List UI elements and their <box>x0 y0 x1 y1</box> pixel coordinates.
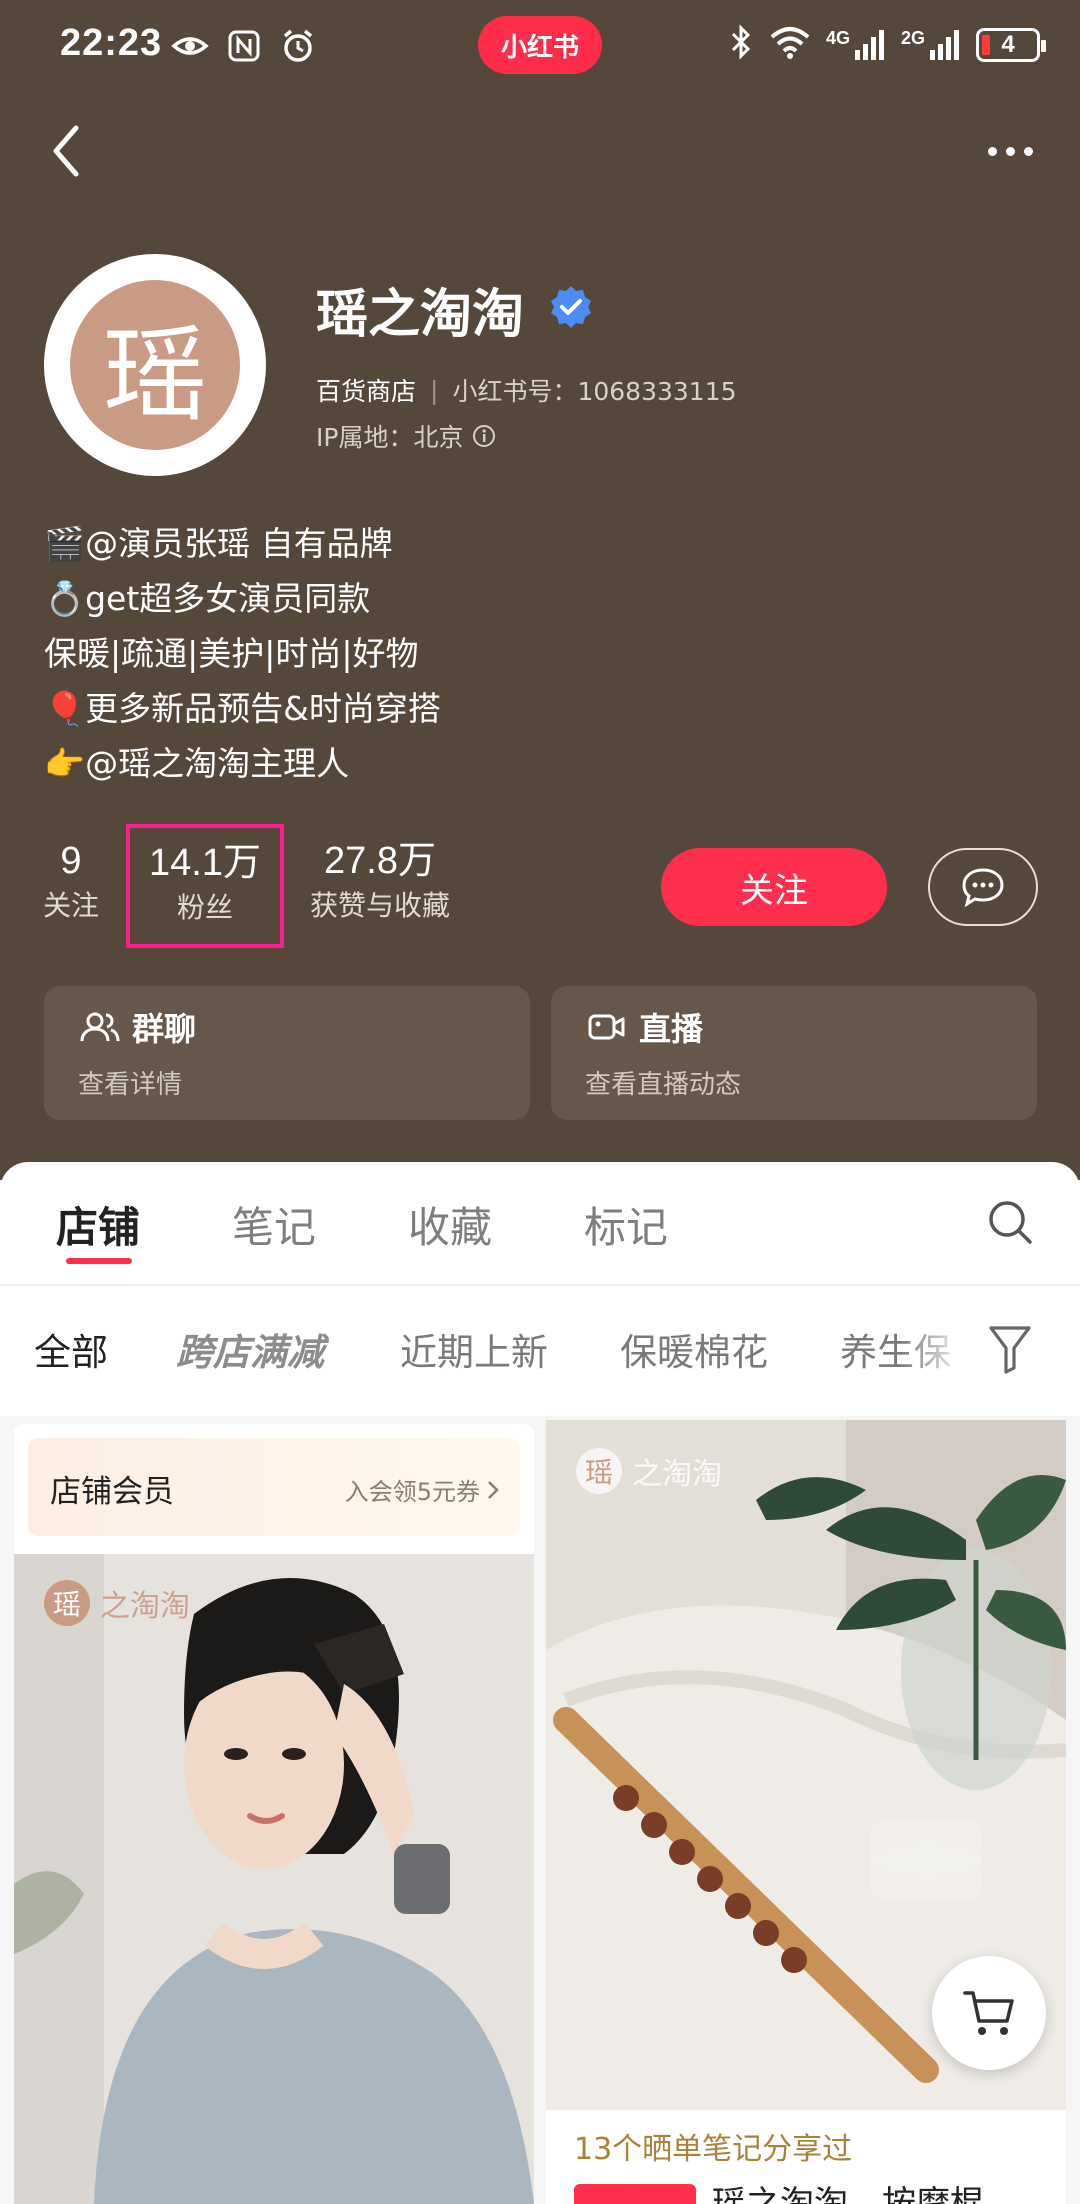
live-title: 直播 <box>587 1004 703 1050</box>
more-dot-icon <box>1005 146 1015 156</box>
group-chat-title: 群聊 <box>80 1004 196 1050</box>
ip-location: IP属地：北京 <box>316 418 497 454</box>
live-camera-icon <box>588 1014 625 1040</box>
filter-fade <box>900 1306 970 1396</box>
battery-icon: 4 <box>976 27 1046 62</box>
avatar[interactable]: 瑶 <box>44 254 266 476</box>
eye-icon <box>170 26 210 66</box>
network-4g-label: 4G <box>825 27 850 48</box>
message-button[interactable] <box>928 848 1038 926</box>
stat-following-value: 9 <box>60 840 82 882</box>
filter-all[interactable]: 全部 <box>34 1322 108 1376</box>
network-2g-label: 2G <box>900 27 925 48</box>
bluetooth-icon <box>728 24 754 65</box>
group-users-icon <box>80 1012 120 1042</box>
search-button[interactable] <box>984 1196 1036 1248</box>
bio-line: 保暖|疏通|美护|时尚|好物 <box>44 634 419 673</box>
back-button[interactable] <box>42 118 92 184</box>
stat-likes-value: 27.8万 <box>324 840 436 882</box>
more-dot-icon <box>987 146 997 156</box>
profile-meta: 百货商店 | 小红书号：1068333115 <box>316 372 737 408</box>
more-button[interactable] <box>980 136 1040 166</box>
profile-bio: 🎬@演员张瑶 自有品牌 💍get超多女演员同款 保暖|疏通|美护|时尚|好物 🎈… <box>44 516 441 791</box>
member-title: 店铺会员 <box>50 1474 174 1510</box>
stat-following-label: 关注 <box>42 889 99 922</box>
status-icons-right: 4G 2G 4 <box>728 24 1046 65</box>
member-banner: 店铺会员 入会领5元券 <box>28 1438 520 1536</box>
alarm-icon <box>278 26 318 66</box>
shop-category: 百货商店 <box>316 377 417 406</box>
status-bar: 22:23 小红书 4G 2G 4 <box>0 0 1080 92</box>
ip-location-label: IP属地：北京 <box>316 423 464 452</box>
battery-level: 4 <box>1001 30 1015 58</box>
search-icon <box>989 1201 1032 1244</box>
group-chat-subtitle: 查看详情 <box>78 1070 183 1100</box>
product-watermark: 瑶 之淘淘 <box>44 1580 190 1626</box>
content-sheet: 店铺 笔记 收藏 标记 全部 跨店满减 近期上新 保暖棉花 养生保 店铺会员 入… <box>0 1162 1080 2204</box>
profile-id: 小红书号：1068333115 <box>452 377 737 406</box>
chevron-right-icon <box>488 1480 499 1499</box>
product-note-count: 13个晒单笔记分享过 <box>574 2132 853 2167</box>
product-image-woman[interactable]: 瑶 之淘淘 <box>14 1554 534 2204</box>
funnel-icon <box>989 1326 1031 1374</box>
stat-following[interactable]: 9 关注 <box>40 836 102 926</box>
stat-fans-label: 粉丝 <box>176 891 233 924</box>
stat-likes[interactable]: 27.8万 获赞与收藏 <box>304 836 456 926</box>
status-icons-left <box>170 26 318 66</box>
watermark-badge: 瑶 <box>44 1580 90 1626</box>
live-subtitle: 查看直播动态 <box>585 1070 742 1100</box>
avatar-logo: 瑶 <box>70 280 240 450</box>
tab-bar: 店铺 笔记 收藏 标记 <box>0 1162 1080 1286</box>
meta-divider: | <box>430 375 439 405</box>
woman-photo-image <box>14 1554 534 2204</box>
bio-line: 🎈更多新品预告&时尚穿搭 <box>44 689 441 728</box>
tab-shop[interactable]: 店铺 <box>56 1194 140 1255</box>
wifi-icon <box>768 24 812 65</box>
bio-line: 🎬@演员张瑶 自有品牌 <box>44 524 393 563</box>
stat-likes-label: 获赞与收藏 <box>309 889 450 922</box>
filter-new-arrivals[interactable]: 近期上新 <box>400 1322 548 1376</box>
group-chat-card[interactable]: 群聊 查看详情 <box>44 986 530 1120</box>
bio-line: 💍get超多女演员同款 <box>44 579 371 618</box>
info-icon[interactable] <box>471 423 497 449</box>
status-time: 22:23 <box>60 22 163 64</box>
tab-collections[interactable]: 收藏 <box>408 1194 492 1255</box>
filter-warm-cotton[interactable]: 保暖棉花 <box>620 1322 768 1376</box>
bio-line: 👉@瑶之淘淘主理人 <box>44 744 350 783</box>
product-title: 瑶之淘淘 按摩棍 <box>712 2184 984 2204</box>
tab-marks[interactable]: 标记 <box>584 1194 668 1255</box>
follow-button[interactable]: 关注 <box>661 848 887 926</box>
profile-name: 瑶之淘淘 <box>316 285 525 345</box>
chevron-left-icon <box>53 125 79 177</box>
watermark-text: 之淘淘 <box>100 1589 190 1624</box>
filter-bar: 全部 跨店满减 近期上新 保暖棉花 养生保 <box>0 1286 1080 1416</box>
signal-icon-2: 2G <box>901 28 962 62</box>
more-dot-icon <box>1023 146 1033 156</box>
chat-bubble-icon <box>962 868 1004 908</box>
group-chat-label: 群聊 <box>132 1010 197 1048</box>
watermark-badge: 瑶 <box>576 1448 622 1494</box>
watermark-text: 之淘淘 <box>632 1457 722 1492</box>
live-card[interactable]: 直播 查看直播动态 <box>551 986 1037 1120</box>
product-card-info[interactable]: 13个晒单笔记分享过 瑶之淘淘 按摩棍 <box>546 2110 1066 2204</box>
member-card[interactable]: 店铺会员 入会领5元券 <box>14 1424 534 1562</box>
member-cta[interactable]: 入会领5元券 <box>345 1472 500 1507</box>
shopping-cart-icon <box>963 1991 1014 2035</box>
product-watermark: 瑶 之淘淘 <box>576 1448 722 1494</box>
tab-notes[interactable]: 笔记 <box>232 1194 316 1255</box>
app-badge: 小红书 <box>478 16 602 74</box>
signal-icon: 4G <box>826 28 887 62</box>
verified-badge-icon <box>548 284 594 330</box>
product-promo-tag <box>574 2184 696 2204</box>
active-tab-indicator <box>66 1258 132 1264</box>
filter-button[interactable] <box>988 1320 1032 1376</box>
cart-button[interactable] <box>932 1956 1046 2070</box>
filter-cross-store-discount[interactable]: 跨店满减 <box>176 1322 324 1376</box>
stat-fans-value: 14.1万 <box>149 842 261 884</box>
member-cta-label: 入会领5元券 <box>344 1478 480 1506</box>
live-label: 直播 <box>639 1010 704 1048</box>
stat-fans[interactable]: 14.1万 粉丝 <box>126 824 284 948</box>
nfc-icon <box>224 26 264 66</box>
